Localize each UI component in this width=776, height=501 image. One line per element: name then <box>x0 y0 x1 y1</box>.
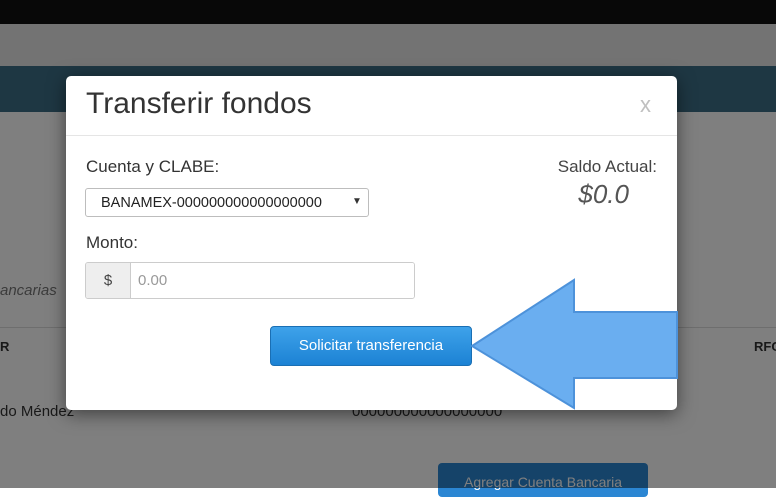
arrow-left-icon <box>470 278 678 410</box>
modal-title: Transferir fondos <box>86 87 312 120</box>
amount-input[interactable] <box>132 263 414 298</box>
modal-header: Transferir fondos x <box>66 76 677 136</box>
amount-input-group: $ <box>85 262 415 299</box>
caret-down-icon: ▼ <box>352 196 362 207</box>
currency-addon: $ <box>86 263 131 298</box>
account-select[interactable]: BANAMEX-000000000000000000 ▼ <box>85 188 369 217</box>
request-transfer-button[interactable]: Solicitar transferencia <box>270 326 472 366</box>
amount-label: Monto: <box>86 233 138 252</box>
balance-label: Saldo Actual: <box>557 157 657 176</box>
balance-value: $0.0 <box>578 179 629 209</box>
close-icon[interactable]: x <box>640 92 651 118</box>
account-label: Cuenta y CLABE: <box>86 157 220 176</box>
account-select-value: BANAMEX-000000000000000000 <box>101 195 322 211</box>
